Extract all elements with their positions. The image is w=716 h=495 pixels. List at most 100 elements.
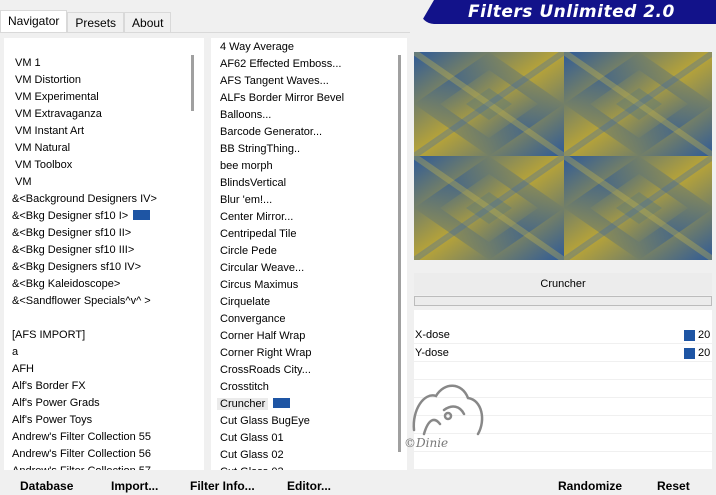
tab-presets[interactable]: Presets (67, 12, 125, 33)
filter-item[interactable]: Center Mirror... (211, 209, 407, 226)
selection-marker (273, 398, 291, 409)
category-item[interactable]: &<Bkg Designer sf10 III> (4, 242, 204, 259)
category-item[interactable]: &<Bkg Kaleidoscope> (4, 276, 204, 293)
category-label: VM Instant Art (15, 125, 85, 137)
category-item[interactable]: Alf's Power Toys (4, 412, 204, 429)
category-item[interactable]: VM Instant Art (4, 123, 204, 140)
filter-item[interactable]: Cut Glass 03 (211, 464, 407, 470)
filter-item[interactable]: Cirquelate (211, 294, 407, 311)
param-row-xdose[interactable]: X-dose 20 (414, 327, 712, 344)
category-label: Alf's Power Grads (12, 397, 100, 409)
filter-label: Cruncher (217, 398, 269, 410)
filter-item[interactable]: Circus Maximus (211, 277, 407, 294)
param-row-ydose[interactable]: Y-dose 20 (414, 345, 712, 362)
category-label: VM Natural (15, 142, 71, 154)
filter-item[interactable]: bee morph (211, 158, 407, 175)
category-label: &<Bkg Kaleidoscope> (12, 278, 121, 290)
filter-item[interactable]: AFS Tangent Waves... (211, 73, 407, 90)
category-item[interactable]: Andrew's Filter Collection 57 (4, 463, 204, 470)
filter-label: Cirquelate (220, 296, 271, 308)
filter-item[interactable]: Balloons... (211, 107, 407, 124)
filter-label: Barcode Generator... (220, 126, 323, 138)
filter-item[interactable]: Cut Glass 01 (211, 430, 407, 447)
category-item[interactable]: &<Sandflower Specials^v^ > (4, 293, 204, 310)
category-item[interactable]: Andrew's Filter Collection 55 (4, 429, 204, 446)
category-item[interactable]: VM Distortion (4, 72, 204, 89)
filter-item[interactable]: ALFs Border Mirror Bevel (211, 90, 407, 107)
category-label: Alf's Power Toys (12, 414, 93, 426)
filter-label: Corner Right Wrap (220, 347, 312, 359)
category-list[interactable]: VM 1 VM Distortion VM Experimental VM Extra… (4, 38, 204, 470)
category-item[interactable]: Alf's Power Grads (4, 395, 204, 412)
filter-label: Centripedal Tile (220, 228, 297, 240)
filter-label: Cut Glass 02 (220, 449, 284, 461)
category-label: &<Sandflower Specials^v^ > (12, 295, 151, 307)
filter-item[interactable]: BlindsVertical (211, 175, 407, 192)
filter-label: BlindsVertical (220, 177, 287, 189)
category-label: VM Toolbox (15, 159, 73, 171)
category-scrollbar[interactable] (191, 55, 194, 111)
filter-item[interactable]: Cut Glass BugEye (211, 413, 407, 430)
category-item[interactable]: VM Extravaganza (4, 106, 204, 123)
filter-info-button[interactable]: Filter Info... (190, 479, 255, 493)
category-label: VM Experimental (15, 91, 99, 103)
category-item[interactable]: VM (4, 174, 204, 191)
filter-item[interactable]: 4 Way Average (211, 39, 407, 56)
filter-item[interactable]: Cut Glass 02 (211, 447, 407, 464)
tab-about[interactable]: About (124, 12, 172, 33)
category-item[interactable]: VM 1 (4, 55, 204, 72)
category-label: VM 1 (15, 57, 41, 69)
tab-navigator[interactable]: Navigator (0, 10, 68, 33)
category-item[interactable]: VM Experimental (4, 89, 204, 106)
filter-item[interactable]: Corner Half Wrap (211, 328, 407, 345)
filter-item[interactable]: Circular Weave... (211, 260, 407, 277)
category-item[interactable]: Alf's Border FX (4, 378, 204, 395)
filter-item[interactable]: Crosstitch (211, 379, 407, 396)
filter-list[interactable]: 4 Way Average AF62 Effected Emboss... AFS … (211, 38, 407, 470)
filter-label: Circus Maximus (220, 279, 299, 291)
category-item[interactable]: [AFS IMPORT] (4, 327, 204, 344)
category-item[interactable]: a (4, 344, 204, 361)
filter-item[interactable]: BB StringThing.. (211, 141, 407, 158)
reset-button[interactable]: Reset (657, 479, 690, 493)
category-label: Andrew's Filter Collection 55 (12, 431, 152, 443)
filter-item[interactable]: Blur 'em!... (211, 192, 407, 209)
category-item[interactable]: VM Toolbox (4, 157, 204, 174)
category-label: a (12, 346, 19, 358)
filter-item[interactable]: CrossRoads City... (211, 362, 407, 379)
filter-label: ALFs Border Mirror Bevel (220, 92, 345, 104)
category-item[interactable]: &<Bkg Designer sf10 I> (4, 208, 204, 225)
filter-item[interactable]: AF62 Effected Emboss... (211, 56, 407, 73)
filter-item[interactable]: Centripedal Tile (211, 226, 407, 243)
category-item[interactable]: &<Bkg Designers sf10 IV> (4, 259, 204, 276)
category-label: &<Bkg Designer sf10 II> (12, 227, 132, 239)
filter-label: Circular Weave... (220, 262, 305, 274)
filter-item[interactable]: Cruncher (211, 396, 407, 413)
category-label: [AFS IMPORT] (12, 329, 86, 341)
filter-label: 4 Way Average (220, 41, 294, 53)
category-label: &<Bkg Designers sf10 IV> (12, 261, 142, 273)
category-item[interactable]: &<Background Designers IV> (4, 191, 204, 208)
slider-thumb[interactable] (684, 330, 695, 341)
category-label: Andrew's Filter Collection 57 (12, 465, 151, 470)
slider-thumb[interactable] (684, 348, 695, 359)
editor-button[interactable]: Editor... (287, 479, 331, 493)
database-button[interactable]: Database (20, 479, 73, 493)
category-label: &<Bkg Designer sf10 I> (12, 210, 129, 222)
tab-divider (0, 32, 410, 33)
category-label: Alf's Border FX (12, 380, 86, 392)
category-label: &<Background Designers IV> (12, 193, 157, 205)
category-item[interactable]: Andrew's Filter Collection 56 (4, 446, 204, 463)
category-item[interactable]: VM Natural (4, 140, 204, 157)
randomize-button[interactable]: Randomize (558, 479, 622, 493)
category-item[interactable]: AFH (4, 361, 204, 378)
category-item[interactable]: &<Bkg Designer sf10 II> (4, 225, 204, 242)
filter-item[interactable]: Convergance (211, 311, 407, 328)
import-button[interactable]: Import... (111, 479, 158, 493)
filter-item[interactable]: Circle Pede (211, 243, 407, 260)
filter-label: Cut Glass 01 (220, 432, 284, 444)
filter-item[interactable]: Corner Right Wrap (211, 345, 407, 362)
filter-item[interactable]: Barcode Generator... (211, 124, 407, 141)
filter-scrollbar[interactable] (398, 55, 401, 452)
app-title: Filters Unlimited 2.0 (468, 2, 675, 22)
